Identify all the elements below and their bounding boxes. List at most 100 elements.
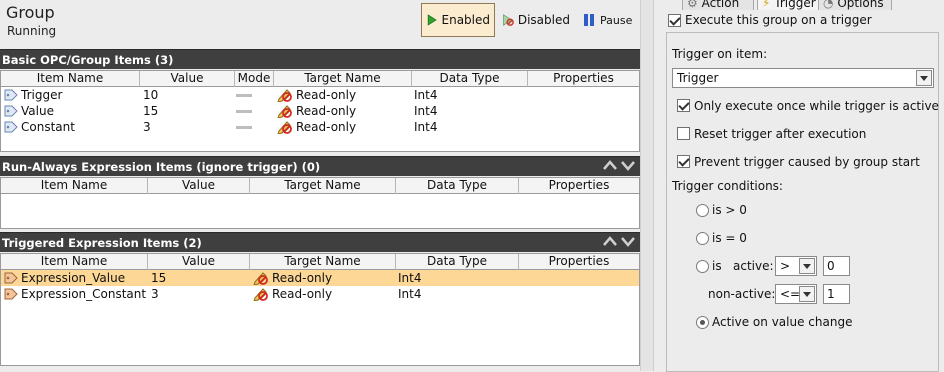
trigger-settings-panel: ⚙ Action ⚡ Trigger ◔ Options Execute thi…	[654, 0, 944, 372]
pause-icon	[584, 14, 594, 26]
disabled-label: Disabled	[517, 13, 570, 27]
item-value: 15	[143, 104, 159, 118]
basic-items-title: Basic OPC/Group Items (3)	[2, 53, 174, 67]
col-properties[interactable]: Properties	[519, 178, 639, 194]
triggered-table-header: Item Name Value Target Name Data Type Pr…	[1, 254, 639, 270]
item-target: Read-only	[272, 287, 333, 301]
item-name: Expression_Value	[21, 271, 126, 285]
trigger-conditions-label: Trigger conditions:	[672, 179, 783, 193]
is-eq-zero-label: is = 0	[712, 231, 747, 245]
col-value[interactable]: Value	[140, 71, 235, 87]
on-value-change-radio[interactable]	[696, 316, 709, 329]
reset-after-checkbox[interactable]	[677, 127, 690, 140]
expression-tag-icon	[4, 288, 18, 300]
item-target: Read-only	[272, 271, 333, 285]
nonactive-operator-value: <=	[780, 287, 801, 301]
table-row[interactable]: Constant 3 Read-only Int4	[1, 119, 639, 135]
table-row[interactable]: Expression_Constant 3 Read-only Int4	[1, 286, 639, 302]
tab-options[interactable]: ◔ Options	[818, 0, 892, 10]
table-row-selected[interactable]: Expression_Value 15 Read-only Int4	[1, 270, 639, 286]
only-once-label: Only execute once while trigger is activ…	[694, 99, 939, 113]
table-row[interactable]: Trigger 10 Read-only Int4	[1, 87, 639, 103]
play-icon	[427, 14, 437, 26]
expression-tag-icon	[4, 272, 18, 284]
panel-splitter[interactable]	[640, 0, 654, 371]
chevron-down-icon[interactable]	[799, 286, 815, 302]
item-name: Trigger	[21, 88, 63, 102]
run-always-title: Run-Always Expression Items (ignore trig…	[2, 160, 321, 174]
tab-action[interactable]: ⚙ Action	[682, 0, 754, 10]
col-properties[interactable]: Properties	[528, 71, 639, 87]
readonly-pencil-icon	[277, 121, 292, 134]
expand-down-icon[interactable]	[620, 235, 636, 247]
execute-on-trigger-checkbox[interactable]	[668, 14, 681, 27]
pause-button[interactable]: Pause	[578, 3, 638, 37]
item-name: Value	[21, 104, 54, 118]
options-icon: ◔	[823, 0, 834, 10]
custom-condition-radio[interactable]	[696, 260, 709, 273]
prevent-start-label: Prevent trigger caused by group start	[694, 155, 920, 169]
item-name: Constant	[21, 120, 75, 134]
tab-action-label: Action	[701, 0, 740, 10]
run-always-header: Run-Always Expression Items (ignore trig…	[0, 156, 640, 176]
tab-options-label: Options	[837, 0, 884, 10]
basic-table-header: Item Name Value Mode Target Name Data Ty…	[1, 71, 639, 87]
nonactive-value-field[interactable]: 1	[823, 284, 850, 304]
item-target: Read-only	[296, 104, 357, 118]
only-once-checkbox[interactable]	[677, 99, 690, 112]
mode-indicator	[236, 110, 252, 113]
readonly-pencil-icon	[277, 89, 292, 102]
is-label: is	[712, 259, 722, 273]
prevent-start-checkbox[interactable]	[677, 155, 690, 168]
active-value: 0	[827, 259, 835, 273]
disabled-icon	[503, 14, 514, 26]
active-operator-select[interactable]: >	[775, 256, 817, 276]
col-item-name[interactable]: Item Name	[1, 254, 148, 270]
chevron-down-icon[interactable]	[799, 258, 815, 274]
tag-icon	[4, 121, 18, 133]
col-mode[interactable]: Mode	[235, 71, 274, 87]
trigger-item-value: Trigger	[677, 71, 719, 85]
collapse-up-icon[interactable]	[602, 235, 618, 247]
is-eq-zero-radio[interactable]	[696, 232, 709, 245]
col-data-type[interactable]: Data Type	[396, 254, 519, 270]
disabled-button[interactable]: Disabled	[498, 3, 574, 37]
col-properties[interactable]: Properties	[519, 254, 639, 270]
col-value[interactable]: Value	[148, 178, 250, 194]
run-always-table: Item Name Value Target Name Data Type Pr…	[0, 177, 640, 229]
group-editor-main: Group Running Enabled Disabled Pause Bas…	[0, 0, 640, 371]
col-target-name[interactable]: Target Name	[250, 254, 396, 270]
run-always-table-header: Item Name Value Target Name Data Type Pr…	[1, 178, 639, 194]
enabled-button[interactable]: Enabled	[421, 3, 495, 37]
col-target-name[interactable]: Target Name	[250, 178, 396, 194]
triggered-items-table: Item Name Value Target Name Data Type Pr…	[0, 253, 640, 366]
col-value[interactable]: Value	[148, 254, 250, 270]
expand-down-icon[interactable]	[620, 159, 636, 171]
nonactive-operator-select[interactable]: <=	[775, 284, 817, 304]
col-item-name[interactable]: Item Name	[1, 178, 148, 194]
active-value-field[interactable]: 0	[823, 256, 850, 276]
mode-indicator	[236, 94, 252, 97]
item-type: Int4	[398, 271, 422, 285]
item-value: 10	[143, 88, 159, 102]
pause-label: Pause	[600, 13, 633, 27]
is-gt-zero-radio[interactable]	[696, 204, 709, 217]
collapse-up-icon[interactable]	[602, 159, 618, 171]
item-target: Read-only	[296, 120, 357, 134]
col-item-name[interactable]: Item Name	[1, 71, 140, 87]
active-label: active:	[733, 259, 774, 273]
item-type: Int4	[414, 88, 438, 102]
tag-icon	[4, 105, 18, 117]
reset-after-label: Reset trigger after execution	[694, 127, 867, 141]
col-target-name[interactable]: Target Name	[274, 71, 412, 87]
table-row[interactable]: Value 15 Read-only Int4	[1, 103, 639, 119]
col-data-type[interactable]: Data Type	[396, 178, 519, 194]
nonactive-value: 1	[827, 287, 835, 301]
active-operator-value: >	[780, 259, 791, 273]
chevron-down-icon[interactable]	[916, 70, 932, 86]
tab-trigger-label: Trigger	[774, 0, 816, 10]
group-title: Group	[6, 3, 55, 22]
trigger-item-select[interactable]: Trigger	[672, 68, 934, 88]
is-gt-zero-label: is > 0	[712, 203, 747, 217]
col-data-type[interactable]: Data Type	[412, 71, 528, 87]
